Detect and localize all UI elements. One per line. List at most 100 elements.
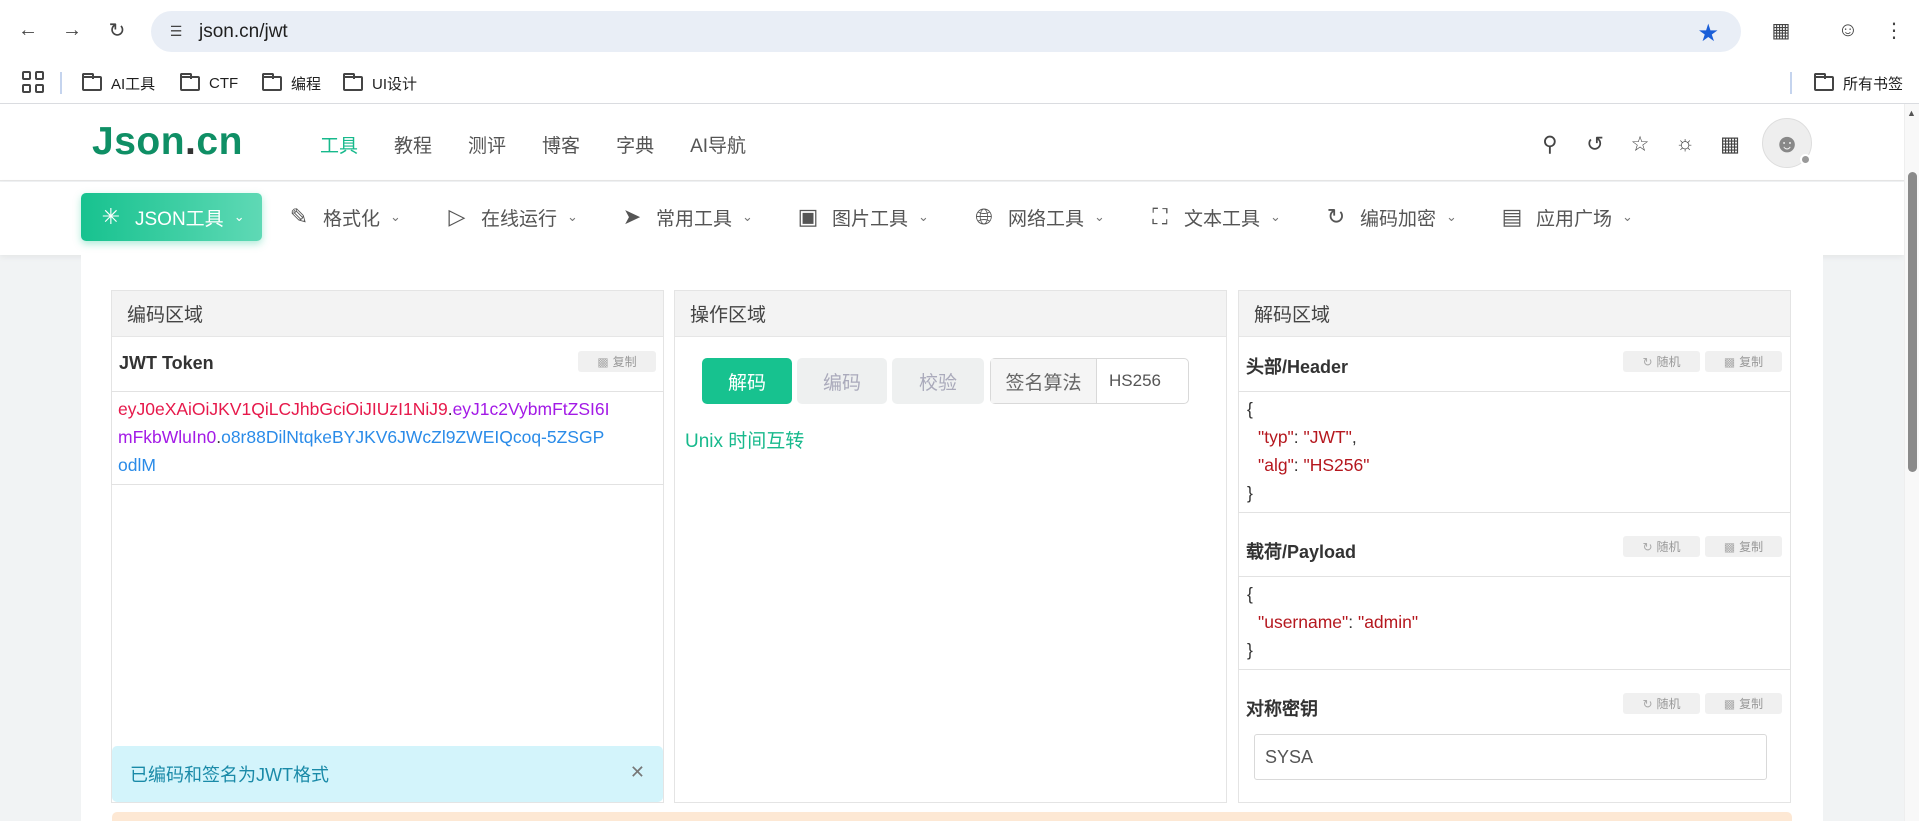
jwt-header-segment: eyJ0eXAiOiJKV1QiLCJhbGciOiJIUzI1NiJ9 — [118, 399, 448, 419]
success-alert: 已编码和签名为JWT格式 ✕ — [112, 746, 663, 802]
theme-sun-icon[interactable]: ☼ — [1672, 131, 1698, 157]
all-bookmarks-folder[interactable]: 所有书签 — [1814, 70, 1903, 96]
random-header-button[interactable]: ↻ 随机 — [1623, 351, 1700, 372]
jwt-token-input[interactable]: eyJ0eXAiOiJKV1QiLCJhbGciOiJIUzI1NiJ9.eyJ… — [111, 391, 664, 485]
menu-app-plaza[interactable]: ▤ 应用广场 ⌄ — [1500, 193, 1633, 241]
bookmark-folder-ui[interactable]: UI设计 — [343, 70, 417, 96]
favorite-star-icon[interactable]: ☆ — [1627, 131, 1653, 157]
copy-token-button[interactable]: ▩ 复制 — [578, 351, 656, 372]
random-secret-button[interactable]: ↻ 随机 — [1623, 693, 1700, 714]
bag-icon: ▤ — [1501, 204, 1523, 229]
page-scrollbar[interactable]: ▲ — [1904, 104, 1919, 821]
bookmark-folder-ai[interactable]: AI工具 — [82, 70, 155, 96]
chevron-down-icon: ⌄ — [1446, 209, 1457, 224]
jwt-signature-segment-line2: o8r88DilNtqkeBYJKV6JWcZl9ZWEIQcoq-5ZSGP — [221, 427, 605, 447]
bottom-notice-strip — [112, 812, 1792, 821]
nav-reviews[interactable]: 测评 — [468, 131, 506, 158]
jwt-signature-segment-line3: odlM — [118, 455, 156, 475]
brush-icon: ✎ — [289, 204, 309, 229]
nav-tools[interactable]: 工具 — [320, 131, 358, 158]
secret-label: 对称密钥 — [1246, 699, 1318, 719]
chevron-down-icon: ⌄ — [390, 209, 401, 224]
copy-header-button[interactable]: ▩ 复制 — [1705, 351, 1782, 372]
nav-tutorials[interactable]: 教程 — [394, 131, 432, 158]
header-label: 头部/Header — [1246, 357, 1349, 377]
clipboard-icon: ▩ — [1723, 539, 1736, 554]
encode-panel-title: 编码区域 — [112, 291, 663, 337]
back-arrow-icon[interactable]: ← — [14, 16, 42, 44]
history-icon[interactable]: ↺ — [1582, 131, 1608, 157]
close-icon[interactable]: ✕ — [630, 762, 645, 783]
secret-key-input[interactable]: SYSA — [1254, 734, 1767, 780]
site-logo[interactable]: Json.cn — [92, 120, 243, 164]
operate-panel-title: 操作区域 — [675, 291, 1226, 337]
apps-icon[interactable]: ▦ — [1717, 131, 1743, 157]
apps-grid-icon[interactable] — [22, 71, 44, 93]
menu-run-online[interactable]: ▷ 在线运行 ⌄ — [445, 193, 578, 241]
chevron-down-icon: ⌄ — [1270, 209, 1281, 224]
frame-icon: ⛶ — [1152, 204, 1168, 229]
play-icon: ▷ — [448, 204, 466, 229]
nav-ai-guide[interactable]: AI导航 — [690, 131, 746, 158]
menu-format[interactable]: ✎ 格式化 ⌄ — [287, 193, 401, 241]
forward-arrow-icon[interactable]: → — [58, 16, 86, 44]
decode-button[interactable]: 解码 — [702, 358, 792, 404]
bookmark-folder-ctf[interactable]: CTF — [180, 70, 238, 96]
menu-network-tools[interactable]: 🌐︎ 网络工具 ⌄ — [972, 193, 1105, 241]
unix-time-link[interactable]: Unix 时间互转 — [685, 426, 804, 453]
refresh-icon: ↻ — [1642, 539, 1653, 554]
copy-payload-button[interactable]: ▩ 复制 — [1705, 536, 1782, 557]
url-text[interactable]: json.cn/jwt — [199, 21, 288, 43]
chevron-down-icon: ⌄ — [918, 209, 929, 224]
extensions-icon[interactable]: ▦ — [1767, 16, 1795, 44]
scroll-up-arrow-icon[interactable]: ▲ — [1907, 108, 1916, 118]
chevron-down-icon: ⌄ — [742, 209, 753, 224]
chevron-down-icon: ⌄ — [567, 209, 578, 224]
refresh-icon: ↻ — [1642, 696, 1653, 711]
browser-toolbar: ← → ↻ ☰ json.cn/jwt ★ ▦ ☺ ⋮ — [0, 0, 1919, 62]
jwt-payload-segment-line1: eyJ1c2VybmFtZSI6I — [452, 399, 610, 419]
jwt-token-label: JWT Token — [119, 353, 214, 373]
folder-icon — [262, 72, 282, 91]
menu-kebab-icon[interactable]: ⋮ — [1880, 16, 1908, 44]
profile-icon[interactable]: ☺ — [1834, 16, 1862, 44]
random-payload-button[interactable]: ↻ 随机 — [1623, 536, 1700, 557]
bookmark-star-icon[interactable]: ★ — [1697, 19, 1719, 48]
verify-button[interactable]: 校验 — [892, 358, 984, 404]
alert-message: 已编码和签名为JWT格式 — [130, 765, 329, 785]
algorithm-label: 签名算法 — [991, 359, 1097, 403]
avatar[interactable]: ☻ — [1762, 118, 1812, 168]
signature-algorithm-select[interactable]: 签名算法 HS256 — [990, 358, 1189, 404]
address-bar[interactable]: ☰ json.cn/jwt ★ — [151, 11, 1741, 52]
search-icon[interactable]: ⚲ — [1537, 131, 1563, 157]
status-dot — [1800, 154, 1811, 165]
nav-dictionary[interactable]: 字典 — [616, 131, 654, 158]
menu-json-tools[interactable]: ✳ JSON工具 ⌄ — [81, 193, 262, 241]
folder-icon — [82, 72, 102, 91]
bookmarks-separator — [60, 72, 62, 94]
header-json-editor[interactable]: { "typ": "JWT", "alg": "HS256" } — [1238, 391, 1791, 513]
payload-json-editor[interactable]: { "username": "admin" } — [1238, 576, 1791, 670]
bookmarks-separator — [1790, 72, 1792, 94]
reload-icon[interactable]: ↻ — [103, 16, 131, 44]
site-settings-icon[interactable]: ☰ — [165, 21, 187, 43]
nav-blog[interactable]: 博客 — [542, 131, 580, 158]
menu-common-tools[interactable]: ➤ 常用工具 ⌄ — [620, 193, 753, 241]
payload-label: 载荷/Payload — [1246, 542, 1357, 562]
rocket-icon: ➤ — [622, 204, 642, 229]
tool-menu-bar: ✳ JSON工具 ⌄ ✎ 格式化 ⌄ ▷ 在线运行 ⌄ ➤ 常用工具 ⌄ ▣ 图片工具 ⌄ 🌐︎ 网络… — [0, 182, 1904, 255]
menu-image-tools[interactable]: ▣ 图片工具 ⌄ — [796, 193, 929, 241]
algorithm-value[interactable]: HS256 — [1097, 359, 1188, 403]
menu-encode-encrypt[interactable]: ↻ 编码加密 ⌄ — [1324, 193, 1457, 241]
bookmark-folder-coding[interactable]: 编程 — [262, 70, 321, 96]
bookmarks-bar: AI工具 CTF 编程 UI设计 所有书签 — [0, 62, 1919, 104]
site-header: Json.cn 工具 教程 测评 博客 字典 AI导航 ⚲ ↺ ☆ ☼ ▦ ☻ — [0, 104, 1904, 181]
scrollbar-thumb[interactable] — [1908, 172, 1917, 472]
menu-text-tools[interactable]: ⛶ 文本工具 ⌄ — [1148, 193, 1281, 241]
folder-icon — [343, 72, 363, 91]
copy-secret-button[interactable]: ▩ 复制 — [1705, 693, 1782, 714]
decode-panel-title: 解码区域 — [1239, 291, 1790, 337]
chevron-down-icon: ⌄ — [1622, 209, 1633, 224]
refresh-icon: ↻ — [1642, 354, 1653, 369]
encode-button[interactable]: 编码 — [797, 358, 887, 404]
